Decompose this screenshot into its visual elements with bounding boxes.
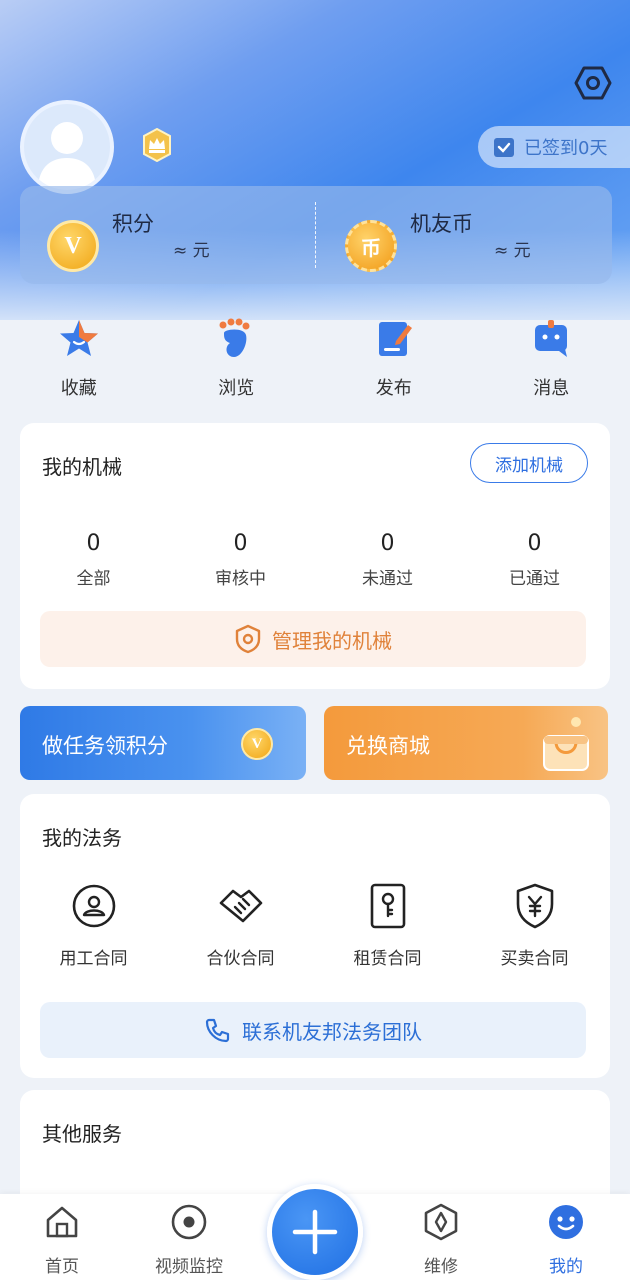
plus-icon bbox=[292, 1209, 338, 1255]
coins-value: ≈ 元 bbox=[494, 241, 531, 261]
tab-label: 维修 bbox=[424, 1257, 458, 1277]
publish-icon bbox=[371, 316, 417, 362]
stat-reviewing[interactable]: 0 审核中 bbox=[167, 531, 314, 589]
points-value: ≈ 元 bbox=[173, 241, 210, 261]
add-fab-button[interactable] bbox=[267, 1184, 363, 1280]
tasks-banner-label: 做任务领积分 bbox=[42, 734, 168, 758]
video-monitor-icon bbox=[169, 1202, 209, 1242]
shop-banner[interactable]: 兑换商城 bbox=[324, 706, 608, 780]
stat-all[interactable]: 0 全部 bbox=[20, 531, 167, 589]
coins-section[interactable]: 币 机友币 ≈ 元 bbox=[316, 186, 612, 284]
legal-item-label: 用工合同 bbox=[59, 949, 128, 969]
tasks-banner[interactable]: 做任务领积分 V bbox=[20, 706, 306, 780]
stat-value: 0 bbox=[233, 531, 248, 556]
add-machinery-button[interactable]: 添加机械 bbox=[470, 443, 588, 483]
quick-actions: 收藏 浏览 发布 消息 bbox=[0, 316, 630, 406]
points-section[interactable]: V 积分 ≈ 元 bbox=[20, 186, 316, 284]
manage-machinery-button[interactable]: 管理我的机械 bbox=[40, 611, 586, 667]
shop-banner-label: 兑换商城 bbox=[346, 734, 430, 758]
profile-icon bbox=[546, 1202, 586, 1242]
quick-item-publish[interactable]: 发布 bbox=[315, 316, 473, 406]
tab-label: 我的 bbox=[549, 1257, 583, 1277]
my-legal-card: 我的法务 用工合同 合伙合同 租赁合同 买卖合同 联系机友邦法务团队 bbox=[20, 794, 610, 1078]
stat-value: 0 bbox=[527, 531, 542, 556]
machinery-title: 我的机械 bbox=[42, 455, 122, 479]
coin-currency-icon: 币 bbox=[345, 220, 397, 272]
manage-machinery-label: 管理我的机械 bbox=[272, 628, 392, 653]
stat-label: 已通过 bbox=[509, 569, 560, 589]
stat-approved[interactable]: 0 已通过 bbox=[461, 531, 608, 589]
tab-repair[interactable]: 维修 bbox=[386, 1202, 496, 1277]
phone-icon bbox=[205, 1018, 230, 1043]
machinery-stats: 0 全部 0 审核中 0 未通过 0 已通过 bbox=[20, 531, 610, 589]
stat-label: 全部 bbox=[76, 569, 111, 589]
handshake-icon bbox=[217, 882, 265, 930]
avatar[interactable] bbox=[20, 100, 114, 194]
tab-label: 视频监控 bbox=[155, 1257, 223, 1277]
repair-icon bbox=[421, 1202, 461, 1242]
points-coin-icon: V bbox=[241, 728, 273, 760]
signin-status-button[interactable]: 已签到0天 bbox=[478, 126, 630, 168]
stat-label: 审核中 bbox=[215, 569, 266, 589]
settings-icon bbox=[574, 66, 612, 100]
person-contract-icon bbox=[70, 882, 118, 930]
points-coin-icon: V bbox=[47, 220, 99, 272]
yuan-shield-icon bbox=[511, 882, 559, 930]
stat-value: 0 bbox=[86, 531, 101, 556]
quick-item-label: 浏览 bbox=[218, 378, 255, 399]
home-icon bbox=[42, 1202, 82, 1242]
quick-item-label: 消息 bbox=[533, 378, 570, 399]
key-contract-icon bbox=[364, 882, 412, 930]
shield-icon bbox=[235, 624, 261, 654]
coins-title: 机友币 bbox=[410, 212, 473, 236]
tab-label: 首页 bbox=[45, 1257, 79, 1277]
vip-crown-badge[interactable] bbox=[140, 127, 174, 163]
quick-item-favorites[interactable]: 收藏 bbox=[0, 316, 158, 406]
quick-item-label: 发布 bbox=[375, 378, 412, 399]
calendar-check-icon bbox=[494, 138, 514, 157]
legal-item-label: 合伙合同 bbox=[206, 949, 275, 969]
tab-home[interactable]: 首页 bbox=[7, 1202, 117, 1277]
settings-button[interactable] bbox=[572, 62, 614, 104]
message-icon bbox=[528, 316, 574, 362]
star-icon bbox=[56, 316, 102, 362]
stat-value: 0 bbox=[380, 531, 395, 556]
legal-item-employment[interactable]: 用工合同 bbox=[20, 882, 167, 969]
legal-item-partnership[interactable]: 合伙合同 bbox=[167, 882, 314, 969]
legal-items: 用工合同 合伙合同 租赁合同 买卖合同 bbox=[20, 882, 610, 969]
other-services-title: 其他服务 bbox=[42, 1122, 122, 1146]
legal-item-lease[interactable]: 租赁合同 bbox=[314, 882, 461, 969]
points-card: V 积分 ≈ 元 币 机友币 ≈ 元 bbox=[20, 186, 612, 284]
contact-legal-team-label: 联系机友邦法务团队 bbox=[242, 1019, 422, 1044]
legal-item-sale[interactable]: 买卖合同 bbox=[461, 882, 608, 969]
legal-item-label: 买卖合同 bbox=[500, 949, 569, 969]
stat-rejected[interactable]: 0 未通过 bbox=[314, 531, 461, 589]
shopping-bag-icon bbox=[543, 717, 589, 771]
legal-item-label: 租赁合同 bbox=[353, 949, 422, 969]
stat-label: 未通过 bbox=[362, 569, 413, 589]
quick-item-history[interactable]: 浏览 bbox=[158, 316, 316, 406]
tab-profile[interactable]: 我的 bbox=[511, 1202, 621, 1277]
contact-legal-team-button[interactable]: 联系机友邦法务团队 bbox=[40, 1002, 586, 1058]
quick-item-label: 收藏 bbox=[60, 378, 97, 399]
my-machinery-card: 我的机械 添加机械 0 全部 0 审核中 0 未通过 0 已通过 管理我的机械 bbox=[20, 423, 610, 689]
footprint-icon bbox=[213, 316, 259, 362]
default-avatar-icon bbox=[38, 122, 96, 190]
quick-item-messages[interactable]: 消息 bbox=[473, 316, 630, 406]
crown-icon bbox=[143, 127, 171, 163]
points-title: 积分 bbox=[112, 212, 154, 236]
legal-title: 我的法务 bbox=[42, 826, 122, 850]
tab-video-monitor[interactable]: 视频监控 bbox=[134, 1202, 244, 1277]
signin-text: 已签到0天 bbox=[524, 138, 608, 159]
